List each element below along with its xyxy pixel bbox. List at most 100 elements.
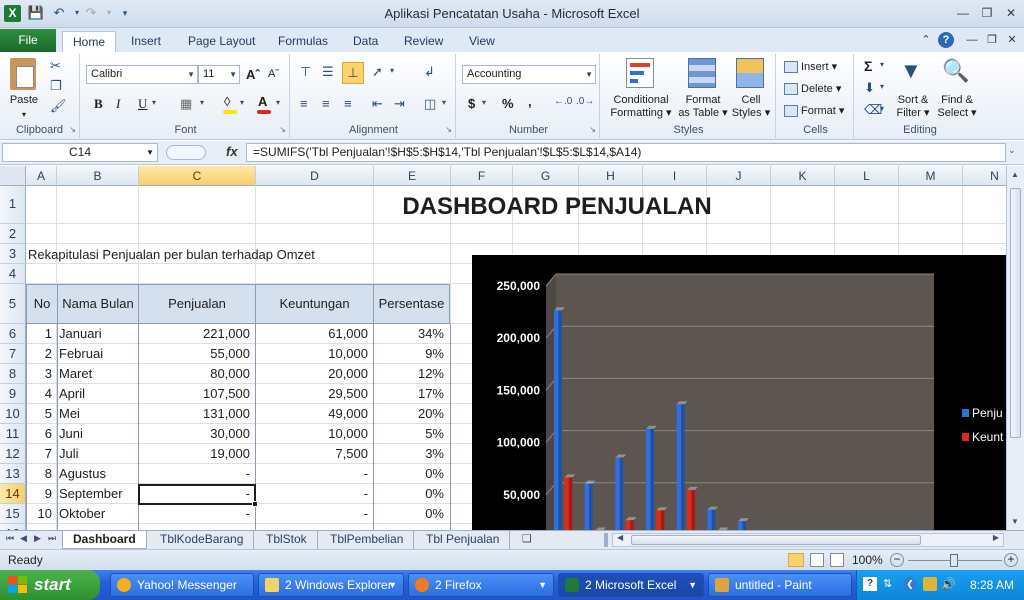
zoom-in-icon[interactable]: + bbox=[1004, 553, 1018, 567]
increase-decimal-icon[interactable]: ←.0 bbox=[554, 96, 572, 107]
italic-button[interactable]: I bbox=[116, 96, 120, 112]
expand-formula-bar-icon[interactable]: ⌄ bbox=[1008, 145, 1016, 156]
row-header-14[interactable]: 14 bbox=[0, 484, 26, 504]
font-color-icon[interactable]: A bbox=[258, 94, 267, 109]
cell-no[interactable]: 3 bbox=[26, 364, 58, 384]
insert-function-icon[interactable]: fx bbox=[226, 144, 238, 159]
vertical-scrollbar[interactable]: ▲ ▼ bbox=[1006, 166, 1024, 530]
row-header-13[interactable]: 13 bbox=[0, 464, 26, 484]
tab-formulas[interactable]: Formulas bbox=[268, 31, 338, 52]
cell-persentase[interactable]: 3% bbox=[373, 444, 450, 464]
column-header-m[interactable]: M bbox=[899, 166, 963, 186]
scroll-left-icon[interactable]: ◀ bbox=[617, 533, 623, 542]
row-header-7[interactable]: 7 bbox=[0, 344, 26, 364]
zoom-slider-thumb[interactable] bbox=[950, 554, 958, 567]
cell-no[interactable]: 2 bbox=[26, 344, 58, 364]
help-icon[interactable]: ? bbox=[938, 32, 954, 48]
restore-icon[interactable]: ❐ bbox=[978, 5, 996, 21]
header-penjualan[interactable]: Penjualan bbox=[138, 284, 256, 324]
tab-home[interactable]: Home bbox=[62, 31, 117, 53]
cell-nama-bulan[interactable]: Februai bbox=[57, 344, 139, 364]
tab-view[interactable]: View bbox=[459, 31, 505, 52]
percent-button[interactable]: % bbox=[502, 96, 514, 111]
tab-review[interactable]: Review bbox=[394, 31, 453, 52]
cell-persentase[interactable]: 9% bbox=[373, 344, 450, 364]
font-size-select[interactable]: 11 ▼ bbox=[198, 65, 240, 84]
row-header-6[interactable]: 6 bbox=[0, 324, 26, 344]
insert-cells-button[interactable]: Insert ▾ bbox=[784, 58, 837, 76]
format-as-table-button[interactable]: Format as Table ▾ bbox=[678, 94, 728, 120]
network-icon[interactable]: ⇅ bbox=[883, 577, 897, 591]
font-name-select[interactable]: Calibri ▼ bbox=[86, 65, 198, 84]
header-keuntungan[interactable]: Keuntungan bbox=[255, 284, 374, 324]
select-all-corner[interactable] bbox=[0, 166, 26, 186]
messenger-tray-icon[interactable] bbox=[923, 577, 937, 591]
cell-keuntungan[interactable]: 10,000 bbox=[255, 424, 374, 444]
tab-split-handle[interactable] bbox=[604, 533, 608, 547]
fill-handle[interactable] bbox=[252, 501, 258, 507]
taskbar-item-excel[interactable]: 2 Microsoft Excel ▼ bbox=[558, 573, 704, 597]
cell-no[interactable]: 1 bbox=[26, 324, 58, 344]
column-header-e[interactable]: E bbox=[374, 166, 451, 186]
merge-center-icon[interactable]: ◫ bbox=[424, 96, 436, 112]
cell-penjualan[interactable]: 55,000 bbox=[138, 344, 256, 364]
cell-persentase[interactable]: 0% bbox=[373, 464, 450, 484]
cell-penjualan[interactable]: 107,500 bbox=[138, 384, 256, 404]
cell-keuntungan[interactable]: 49,000 bbox=[255, 404, 374, 424]
cell-keuntungan[interactable]: - bbox=[255, 504, 374, 524]
row-header-11[interactable]: 11 bbox=[0, 424, 26, 444]
minimize-icon[interactable]: — bbox=[954, 5, 972, 21]
delete-cells-button[interactable]: Delete ▾ bbox=[784, 80, 841, 98]
tab-page-layout[interactable]: Page Layout bbox=[178, 31, 265, 52]
tab-data[interactable]: Data bbox=[343, 31, 388, 52]
paste-icon[interactable] bbox=[10, 58, 36, 90]
column-header-n[interactable]: N bbox=[963, 166, 1006, 186]
cell-penjualan[interactable]: - bbox=[138, 464, 256, 484]
name-box[interactable]: C14 ▼ bbox=[2, 143, 158, 162]
cell-no[interactable]: 6 bbox=[26, 424, 58, 444]
conditional-formatting-button[interactable]: Conditional Formatting ▾ bbox=[604, 94, 678, 120]
cell-persentase[interactable]: 34% bbox=[373, 324, 450, 344]
workbook-restore-icon[interactable]: ❐ bbox=[984, 32, 1000, 48]
close-icon[interactable]: ✕ bbox=[1002, 5, 1020, 21]
sheet-tab-dashboard[interactable]: Dashboard bbox=[62, 531, 147, 549]
currency-button[interactable]: $ bbox=[468, 96, 475, 111]
cell-penjualan[interactable]: 19,000 bbox=[138, 444, 256, 464]
sheet-tab-tblpembelian[interactable]: TblPembelian bbox=[320, 531, 415, 549]
cell-persentase[interactable]: 0% bbox=[373, 504, 450, 524]
row-header-8[interactable]: 8 bbox=[0, 364, 26, 384]
align-center-icon[interactable]: ≡ bbox=[322, 96, 330, 111]
sheet-tab-tbl-penjualan[interactable]: Tbl Penjualan bbox=[416, 531, 511, 549]
shrink-font-icon[interactable]: Aˇ bbox=[268, 68, 279, 80]
worksheet-grid[interactable]: ABCDEFGHIJKLMN 12345678910111213141516 D… bbox=[0, 166, 1006, 530]
row-header-9[interactable]: 9 bbox=[0, 384, 26, 404]
merge-dropdown-icon[interactable]: ▾ bbox=[442, 98, 446, 107]
cell-nama-bulan[interactable]: Oktober bbox=[57, 504, 139, 524]
cell-penjualan[interactable]: 131,000 bbox=[138, 404, 256, 424]
row-header-1[interactable]: 1 bbox=[0, 186, 26, 224]
cell-keuntungan[interactable]: - bbox=[255, 464, 374, 484]
alignment-launcher-icon[interactable]: ↘ bbox=[445, 125, 452, 134]
column-header-i[interactable]: I bbox=[643, 166, 707, 186]
row-header-15[interactable]: 15 bbox=[0, 504, 26, 524]
font-launcher-icon[interactable]: ↘ bbox=[279, 125, 286, 134]
column-header-h[interactable]: H bbox=[579, 166, 643, 186]
column-header-j[interactable]: J bbox=[707, 166, 771, 186]
copy-icon[interactable]: ❐ bbox=[50, 78, 62, 94]
scroll-right-icon[interactable]: ▶ bbox=[993, 533, 999, 542]
cell-persentase[interactable]: 17% bbox=[373, 384, 450, 404]
cell-penjualan[interactable]: - bbox=[138, 504, 256, 524]
row-header-3[interactable]: 3 bbox=[0, 244, 26, 264]
collapse-ribbon-icon[interactable]: ⌃ bbox=[918, 32, 934, 48]
autosum-dropdown-icon[interactable]: ▾ bbox=[880, 60, 884, 69]
taskbar-item-firefox[interactable]: 2 Firefox ▼ bbox=[408, 573, 554, 597]
zoom-level[interactable]: 100% bbox=[852, 553, 883, 567]
cell-persentase[interactable]: 0% bbox=[373, 484, 450, 504]
number-launcher-icon[interactable]: ↘ bbox=[589, 125, 596, 134]
cell-penjualan[interactable]: 80,000 bbox=[138, 364, 256, 384]
page-layout-view-icon[interactable] bbox=[810, 553, 824, 567]
autosum-button[interactable]: Σ bbox=[864, 58, 872, 74]
sheet-tab-tblkodebarang[interactable]: TblKodeBarang bbox=[150, 531, 255, 549]
start-button[interactable]: start bbox=[0, 570, 100, 600]
fill-color-icon[interactable]: ◊ bbox=[224, 94, 230, 109]
